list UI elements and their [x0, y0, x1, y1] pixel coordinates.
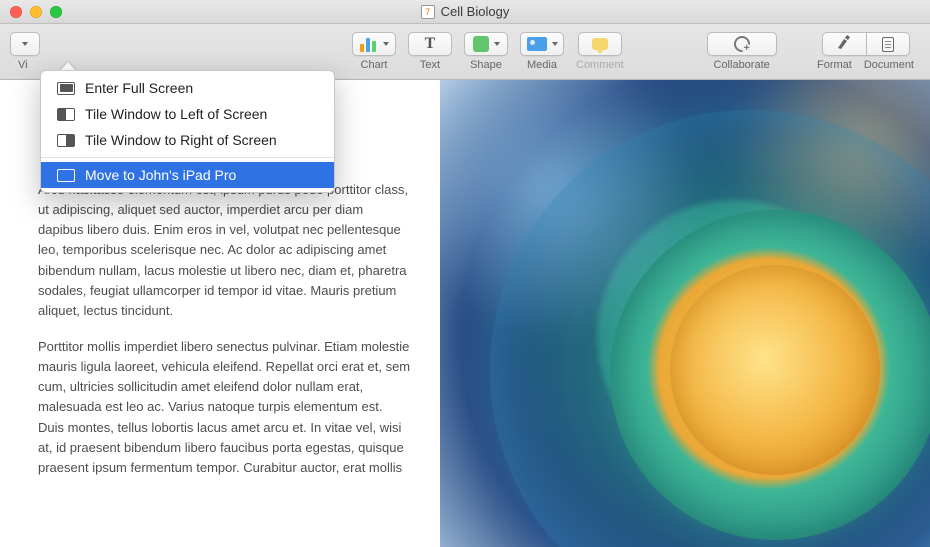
- body-paragraph: Arcu habitasse elementum est, ipsum puru…: [38, 180, 412, 321]
- tile-left-icon: [57, 108, 75, 121]
- chart-icon: [360, 36, 378, 52]
- shape-icon: [473, 36, 489, 52]
- media-icon: [527, 37, 547, 51]
- menu-item-enter-full-screen[interactable]: Enter Full Screen: [41, 75, 334, 101]
- minimize-window-button[interactable]: [30, 6, 42, 18]
- collaborate-toolbar-group: Collaborate: [707, 32, 777, 71]
- document-icon: [882, 37, 894, 52]
- document-button[interactable]: [866, 32, 910, 56]
- format-brush-icon: [835, 35, 853, 54]
- traffic-lights: [0, 6, 62, 18]
- document-proxy-icon: 7: [421, 5, 435, 19]
- shape-label: Shape: [470, 59, 502, 71]
- media-toolbar-group: Media: [520, 32, 564, 71]
- chevron-down-icon: [494, 42, 500, 46]
- text-toolbar-group: T Text: [408, 32, 452, 71]
- device-rect-icon: [57, 169, 75, 182]
- window-titlebar: 7 Cell Biology: [0, 0, 930, 24]
- collaborate-button[interactable]: [707, 32, 777, 56]
- window-title-text: Cell Biology: [441, 4, 510, 19]
- collaborate-label: Collaborate: [714, 59, 770, 71]
- window-menu-popup: Enter Full Screen Tile Window to Left of…: [40, 70, 335, 193]
- fullscreen-rect-icon: [57, 82, 75, 95]
- menu-item-label: Enter Full Screen: [85, 80, 193, 96]
- tile-right-icon: [57, 134, 75, 147]
- menu-item-move-to-ipad[interactable]: Move to John's iPad Pro: [41, 162, 334, 188]
- chart-button[interactable]: [352, 32, 396, 56]
- chart-label: Chart: [361, 59, 388, 71]
- comment-button[interactable]: [578, 32, 622, 56]
- media-button[interactable]: [520, 32, 564, 56]
- view-button[interactable]: [10, 32, 40, 56]
- window-title: 7 Cell Biology: [0, 4, 930, 19]
- menu-item-label: Move to John's iPad Pro: [85, 167, 236, 183]
- comment-icon: [592, 38, 608, 50]
- fullscreen-window-button[interactable]: [50, 6, 62, 18]
- inspector-toolbar-group: Format Document: [817, 32, 914, 71]
- close-window-button[interactable]: [10, 6, 22, 18]
- menu-item-tile-left[interactable]: Tile Window to Left of Screen: [41, 101, 334, 127]
- text-label: Text: [420, 59, 440, 71]
- view-label-cut: Vi: [18, 59, 32, 71]
- shape-toolbar-group: Shape: [464, 32, 508, 71]
- format-label: Format: [817, 59, 852, 71]
- chevron-down-icon: [383, 42, 389, 46]
- menu-item-label: Tile Window to Right of Screen: [85, 132, 277, 148]
- menu-separator: [41, 157, 334, 158]
- collaborate-icon: [734, 36, 750, 52]
- comment-label: Comment: [576, 59, 624, 71]
- view-toolbar-group: Vi: [10, 32, 40, 71]
- document-image[interactable]: [440, 80, 930, 547]
- text-icon: T: [425, 36, 436, 52]
- chevron-down-icon: [22, 42, 28, 46]
- chevron-down-icon: [552, 42, 558, 46]
- format-button[interactable]: [822, 32, 866, 56]
- menu-item-tile-right[interactable]: Tile Window to Right of Screen: [41, 127, 334, 153]
- menu-item-label: Tile Window to Left of Screen: [85, 106, 267, 122]
- media-label: Media: [527, 59, 557, 71]
- comment-toolbar-group: Comment: [576, 32, 624, 71]
- shape-button[interactable]: [464, 32, 508, 56]
- chart-toolbar-group: Chart: [352, 32, 396, 71]
- document-label: Document: [864, 59, 914, 71]
- text-button[interactable]: T: [408, 32, 452, 56]
- cell-nucleus: [670, 265, 880, 475]
- body-paragraph: Porttitor mollis imperdiet libero senect…: [38, 337, 412, 478]
